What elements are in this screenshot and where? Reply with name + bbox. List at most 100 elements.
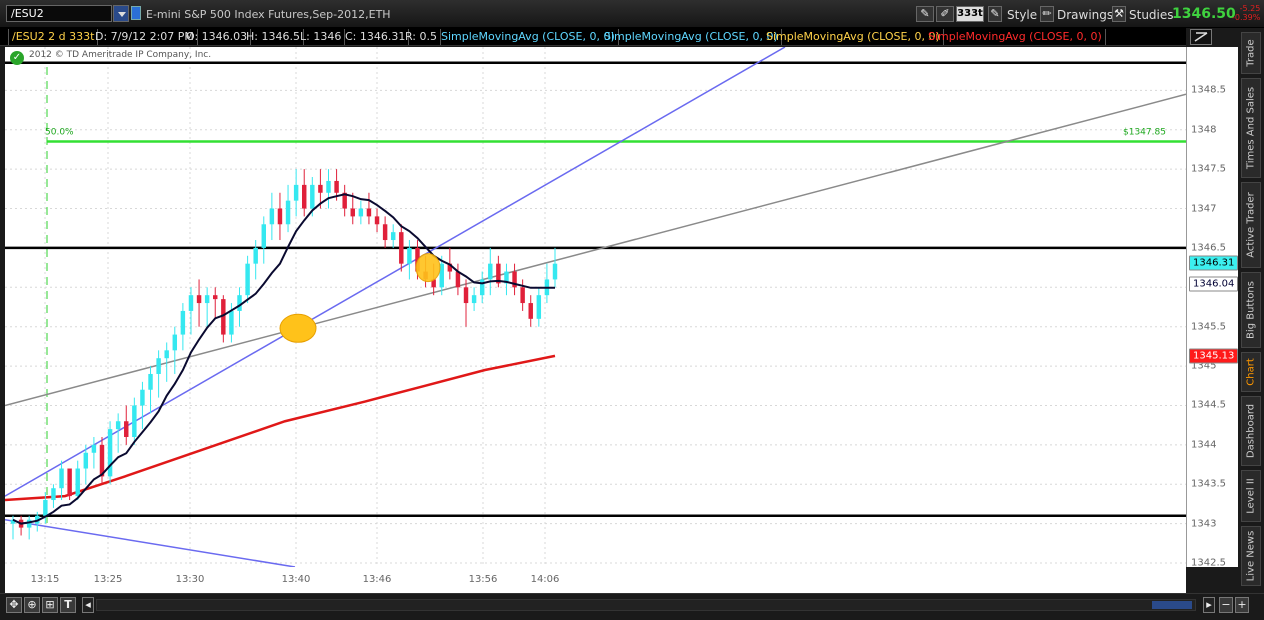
price-tick-label: 1343.5 xyxy=(1191,478,1226,490)
tab-active-trader[interactable]: Active Trader xyxy=(1241,182,1261,268)
scroll-left-icon[interactable]: ◂ xyxy=(82,597,94,613)
candle-body xyxy=(366,208,372,217)
pan-icon[interactable]: ✥ xyxy=(6,597,22,613)
top-toolbar: /ESU2 E-mini S&P 500 Index Futures,Sep-2… xyxy=(0,0,1264,28)
drawings-menu[interactable]: Drawings xyxy=(1057,8,1113,22)
copyright-notice: 2012 © TD Ameritrade IP Company, Inc. xyxy=(29,50,212,60)
open-label: O: 1346.03 xyxy=(183,29,252,45)
price-tick-label: 1344.5 xyxy=(1191,399,1226,411)
candle-body xyxy=(196,295,202,304)
study-label-2[interactable]: SimpleMovingAvg (CLOSE, 0, 0) xyxy=(601,29,782,45)
candle-body xyxy=(350,208,355,217)
low-label: L: 1346 xyxy=(297,29,346,45)
price-tick-label: 1345.5 xyxy=(1191,321,1226,333)
text-tool-icon[interactable]: T xyxy=(60,597,76,613)
time-tick-label: 13:56 xyxy=(468,574,498,585)
candle-body xyxy=(188,295,194,311)
price-tick-label: 1347.5 xyxy=(1191,163,1226,175)
style-menu[interactable]: Style xyxy=(1007,8,1037,22)
study-label-1[interactable]: SimpleMovingAvg (CLOSE, 0, 0) xyxy=(438,29,619,45)
candle-body xyxy=(358,208,364,217)
moving-average-red xyxy=(4,354,556,502)
candle-body xyxy=(115,421,121,430)
chart-canvas[interactable]: 50.0% $1347.85 xyxy=(4,46,1187,568)
net-change-value: -5.25 xyxy=(1239,4,1261,13)
net-change: -5.25 -0.39% xyxy=(1232,4,1260,22)
aggregation-button[interactable]: 333t xyxy=(956,6,984,22)
cursor-icon[interactable]: ⊞ xyxy=(42,597,58,613)
last-price: 1346.50 xyxy=(1172,6,1236,22)
tab-big-buttons[interactable]: Big Buttons xyxy=(1241,272,1261,348)
candle-body xyxy=(253,247,258,264)
moving-average-black xyxy=(12,193,555,525)
symbol-input[interactable]: /ESU2 xyxy=(6,5,112,22)
close-label: C: 1346.31 xyxy=(342,29,410,45)
candle-body xyxy=(124,421,129,437)
tab-label: Dashboard xyxy=(1245,403,1257,459)
zoom-in-icon[interactable]: + xyxy=(1235,597,1249,613)
candle-body xyxy=(318,184,323,193)
candle-body xyxy=(140,389,145,406)
studies-icon[interactable]: ⚒ xyxy=(1112,6,1126,22)
chart-info-row: /ESU2 2 d 333t D: 7/9/12 2:07 PM O: 1346… xyxy=(0,28,1186,46)
tab-label: Big Buttons xyxy=(1245,281,1257,339)
zoom-out-icon[interactable]: − xyxy=(1219,597,1233,613)
candle-body xyxy=(164,350,169,359)
candle-body xyxy=(204,295,210,304)
drawing-tool-icon[interactable]: ✐ xyxy=(936,6,954,22)
fib-price-label: $1347.85 xyxy=(1123,128,1166,138)
tab-chart[interactable]: Chart xyxy=(1241,352,1261,392)
symbol-info-icon[interactable] xyxy=(131,6,141,20)
style-icon[interactable]: ✎ xyxy=(988,6,1002,22)
candle-body xyxy=(471,295,477,304)
tab-label: Times And Sales xyxy=(1245,86,1257,170)
tab-live-news[interactable]: Live News xyxy=(1241,526,1261,586)
symbol-dropdown-button[interactable] xyxy=(113,5,129,22)
price-tick-label: 1348 xyxy=(1191,124,1217,136)
candle-body xyxy=(245,263,250,296)
candle-body xyxy=(552,263,558,280)
candle-body xyxy=(285,200,291,225)
high-label: H: 1346.5 xyxy=(243,29,304,45)
bottom-toolbar: ✥ ⊕ ⊞ T ◂ ▸ − + xyxy=(0,593,1264,620)
drawings-icon[interactable]: ✏ xyxy=(1040,6,1054,22)
tab-times-and-sales[interactable]: Times And Sales xyxy=(1241,78,1261,178)
candle-body xyxy=(374,216,380,225)
study-label-4[interactable]: SimpleMovingAvg (CLOSE, 0, 0) xyxy=(925,29,1106,45)
scrollbar-thumb[interactable] xyxy=(1152,601,1192,609)
time-tick-label: 14:06 xyxy=(530,574,560,585)
candle-body xyxy=(172,334,178,351)
candle-body xyxy=(536,295,542,319)
candle-body xyxy=(237,295,242,311)
candle-body xyxy=(326,180,331,193)
scroll-right-icon[interactable]: ▸ xyxy=(1203,597,1215,613)
price-chart[interactable]: 50.0% $1347.85 xyxy=(4,46,1187,568)
time-tick-label: 13:15 xyxy=(30,574,60,585)
candle-body xyxy=(310,184,315,209)
candle-body xyxy=(455,271,461,288)
candle-body xyxy=(479,279,485,296)
highlight-marker xyxy=(415,253,441,283)
candle-body xyxy=(156,358,161,374)
tab-label: Live News xyxy=(1245,530,1257,582)
price-tick-label: 1344 xyxy=(1191,439,1217,451)
studies-menu[interactable]: Studies xyxy=(1129,8,1174,22)
candle-body xyxy=(269,208,275,225)
crosshair-tool-icon[interactable]: ✎ xyxy=(916,6,934,22)
expand-chart-icon[interactable] xyxy=(1190,29,1212,45)
tab-level-ii[interactable]: Level II xyxy=(1241,470,1261,522)
tab-dashboard[interactable]: Dashboard xyxy=(1241,396,1261,466)
study-label-3[interactable]: SimpleMovingAvg (CLOSE, 0, 0) xyxy=(763,29,944,45)
horizontal-scrollbar[interactable] xyxy=(96,599,1196,611)
price-axis[interactable]: 1348.513481347.513471346.513461345.51345… xyxy=(1186,47,1239,569)
candle-body xyxy=(293,184,299,201)
range-label: R: 0.5 xyxy=(402,29,442,45)
tab-trade[interactable]: Trade xyxy=(1241,32,1261,74)
zoom-icon[interactable]: ⊕ xyxy=(24,597,40,613)
candle-body xyxy=(407,247,412,264)
candle-body xyxy=(26,519,32,528)
time-axis[interactable]: 13:15 13:25 13:30 13:40 13:46 13:56 14:06 xyxy=(5,567,1186,593)
candle-body xyxy=(528,303,533,319)
tab-label: Chart xyxy=(1245,358,1257,386)
price-tick-label: 1346.5 xyxy=(1191,242,1226,254)
